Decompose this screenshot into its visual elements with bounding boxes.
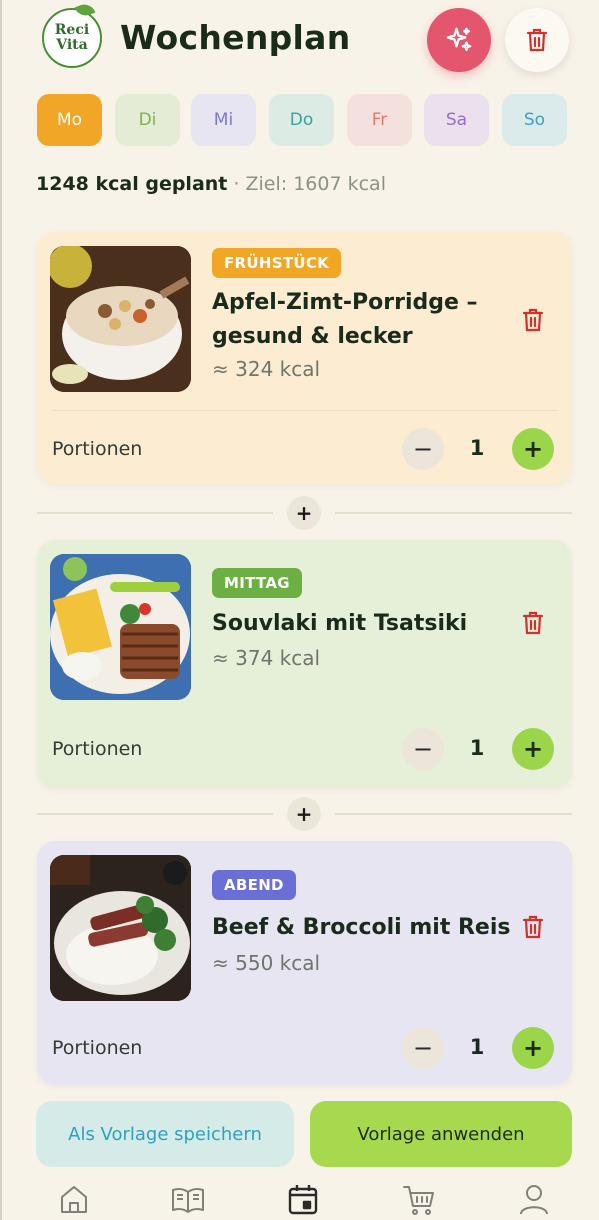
meal-type-badge: MITTAG [212,568,302,598]
day-tab-so[interactable]: So [502,94,567,146]
meal-kcal: ≈ 324 kcal [212,357,321,381]
portion-decrease-button[interactable]: − [402,1027,444,1069]
portion-decrease-button[interactable]: − [402,728,444,770]
add-meal-button[interactable]: + [287,496,321,530]
planned-kcal: 1248 kcal geplant [36,173,228,195]
add-meal-button[interactable]: + [287,797,321,831]
summary-separator: · [233,173,240,195]
meal-kcal: ≈ 550 kcal [212,951,321,975]
goal-kcal: Ziel: 1607 kcal [245,173,386,195]
meal-title[interactable]: Apfel-Zimt-Porridge – gesund & lecker [212,286,502,354]
meal-type-badge: FRÜHSTÜCK [212,248,342,278]
day-tab-mo[interactable]: Mo [37,94,102,146]
day-tab-fr[interactable]: Fr [347,94,412,146]
profile-icon[interactable] [517,1182,551,1216]
meal-image-porridge [50,246,191,392]
remove-meal-trash-icon[interactable] [521,914,545,940]
home-icon[interactable] [57,1182,91,1216]
save-template-button[interactable]: Als Vorlage speichern [36,1101,294,1167]
day-tab-mi[interactable]: Mi [191,94,256,146]
logo-text-top: Reci [54,22,90,38]
ai-suggest-button[interactable] [427,8,491,72]
meal-image-beef-broccoli [50,855,191,1001]
portions-label: Portionen [52,738,143,760]
add-meal-separator: + [37,797,572,831]
trash-icon [526,28,548,52]
meal-type-badge: ABEND [212,870,296,900]
card-divider [51,410,558,411]
cart-icon[interactable] [402,1182,436,1216]
portion-increase-button[interactable]: + [512,428,554,470]
apply-template-button[interactable]: Vorlage anwenden [310,1101,572,1167]
separator-line-right [335,512,572,514]
add-meal-separator: + [37,496,572,530]
app-logo: Reci Vita [42,1,102,68]
portion-count: 1 [469,436,485,460]
logo-text-bottom: Vita [56,37,88,53]
portion-count: 1 [469,736,485,760]
portion-increase-button[interactable]: + [512,1027,554,1069]
separator-line-left [37,512,273,514]
day-tab-sa[interactable]: Sa [424,94,489,146]
portions-label: Portionen [52,438,143,460]
separator-line-right [335,813,572,815]
meal-card-lunch[interactable]: MITTAG Souvlaki mit Tsatsiki ≈ 374 kcal … [37,540,572,788]
portion-count: 1 [469,1035,485,1059]
meal-title[interactable]: Souvlaki mit Tsatsiki [212,607,512,641]
meal-card-breakfast[interactable]: FRÜHSTÜCK Apfel-Zimt-Porridge – gesund &… [37,232,572,484]
meal-image-souvlaki [50,554,191,700]
remove-meal-trash-icon[interactable] [521,610,545,636]
separator-line-left [37,813,273,815]
portion-increase-button[interactable]: + [512,728,554,770]
meal-title[interactable]: Beef & Broccoli mit Reis [212,911,512,945]
sparkles-icon [446,27,472,52]
day-tab-di[interactable]: Di [115,94,180,146]
week-plan-screen: Reci Vita Wochenplan Mo Di Mi Do Fr Sa S… [0,0,599,1220]
meal-card-dinner[interactable]: ABEND Beef & Broccoli mit Reis ≈ 550 kca… [37,841,572,1085]
portions-label: Portionen [52,1037,143,1059]
delete-plan-button[interactable] [505,8,569,72]
remove-meal-trash-icon[interactable] [521,307,545,333]
page-title: Wochenplan [120,18,351,57]
header: Reci Vita Wochenplan [2,0,599,80]
calendar-icon[interactable] [286,1182,320,1216]
leaf-icon [74,1,96,19]
calorie-summary: 1248 kcal geplant · Ziel: 1607 kcal [36,173,386,195]
book-icon[interactable] [171,1182,205,1216]
day-tab-do[interactable]: Do [269,94,334,146]
meal-kcal: ≈ 374 kcal [212,646,321,670]
bottom-navigation [2,1178,599,1220]
portion-decrease-button[interactable]: − [402,428,444,470]
